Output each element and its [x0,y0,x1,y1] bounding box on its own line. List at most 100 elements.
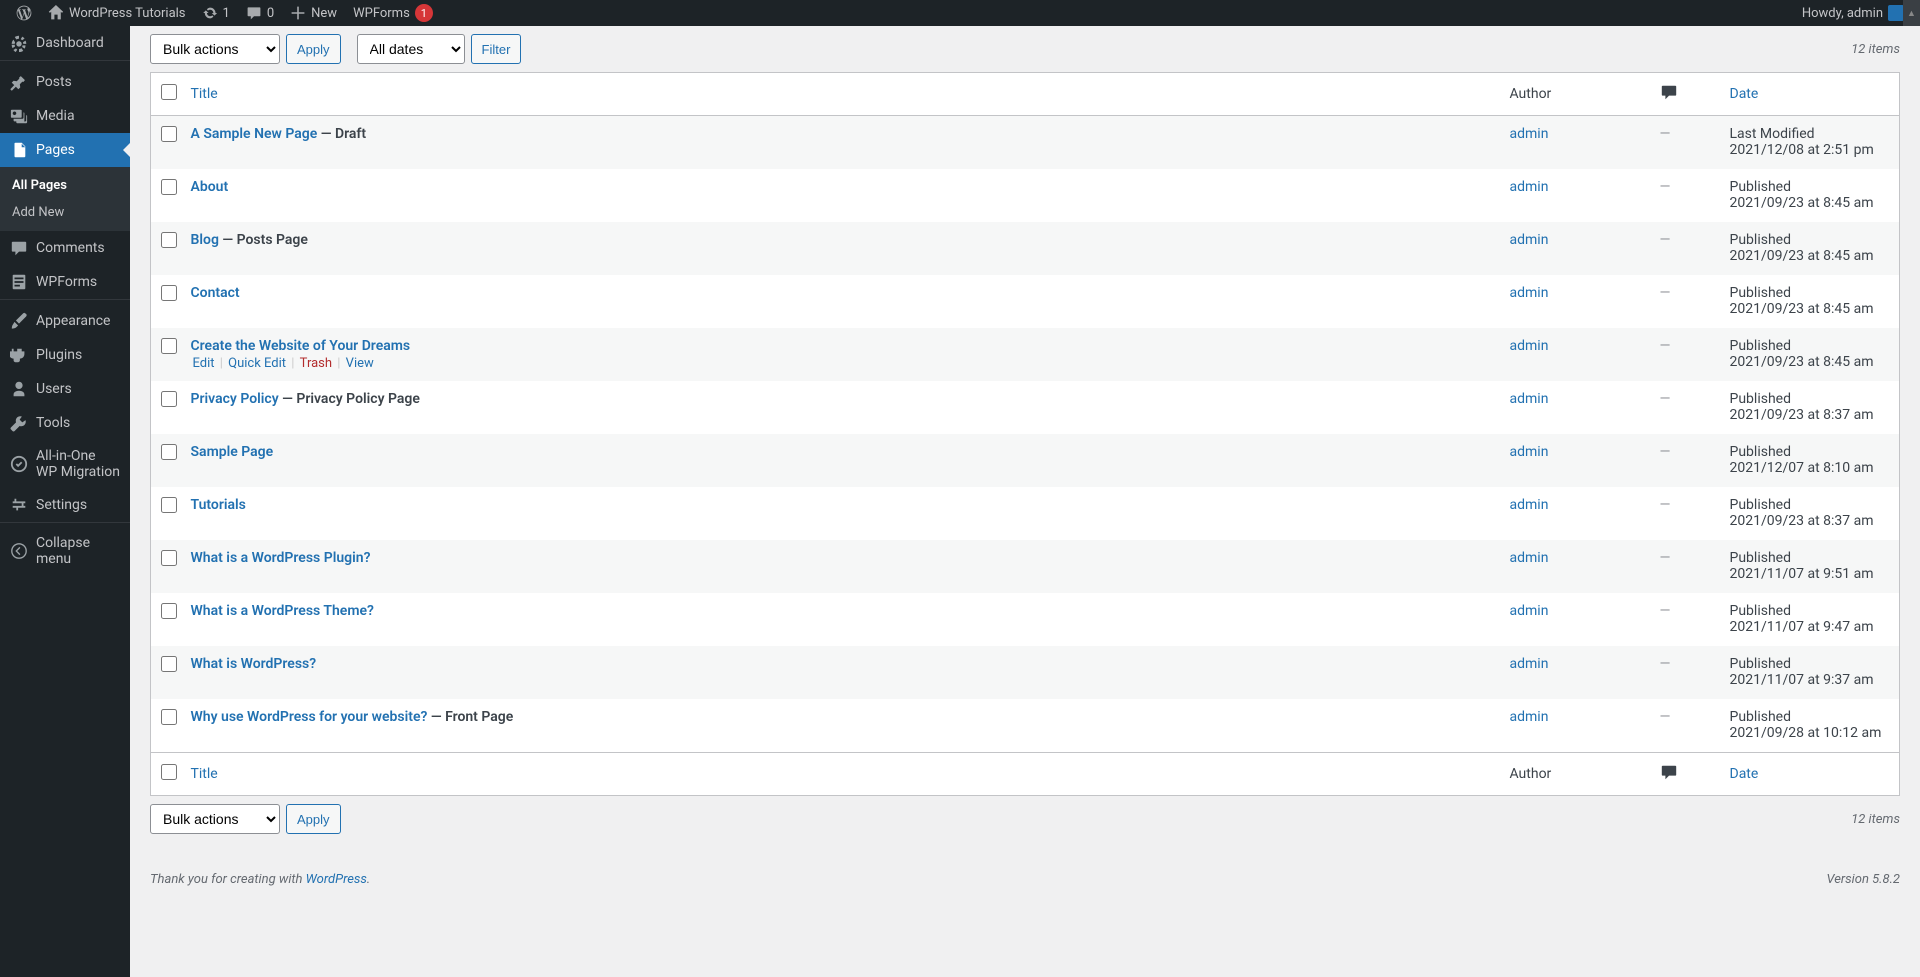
menu-pages[interactable]: Pages [0,133,130,167]
row-checkbox[interactable] [161,179,177,195]
menu-settings[interactable]: Settings [0,488,130,522]
title-cell: Create the Website of Your DreamsEdit | … [181,328,1500,381]
scrollbar-arrow[interactable]: ▲ [1903,0,1920,26]
page-title-link[interactable]: Tutorials [191,497,246,513]
author-link[interactable]: admin [1510,550,1549,566]
menu-users[interactable]: Users [0,372,130,406]
author-link[interactable]: admin [1510,603,1549,619]
page-title-link[interactable]: Sample Page [191,444,274,460]
title-cell: What is WordPress?Edit | Quick Edit | Tr… [181,646,1500,699]
col-title-header[interactable]: Title [181,73,1500,116]
migration-icon [10,455,28,473]
author-link[interactable]: admin [1510,179,1549,195]
row-checkbox[interactable] [161,603,177,619]
author-link[interactable]: admin [1510,709,1549,725]
author-link[interactable]: admin [1510,232,1549,248]
author-link[interactable]: admin [1510,126,1549,142]
apply-button[interactable]: Apply [286,34,341,64]
page-footer: Thank you for creating with WordPress. V… [150,872,1900,887]
menu-tools[interactable]: Tools [0,406,130,440]
menu-posts[interactable]: Posts [0,65,130,99]
date-filter-select[interactable]: All dates [357,34,465,64]
wpforms-badge: 1 [415,4,433,22]
col-title-footer[interactable]: Title [181,753,1500,796]
row-checkbox[interactable] [161,656,177,672]
submenu-all-pages[interactable]: All Pages [0,172,130,199]
menu-dashboard[interactable]: Dashboard [0,26,130,60]
title-cell: Privacy Policy — Privacy Policy PageEdit… [181,381,1500,434]
date-cell: Published2021/12/07 at 8:10 am [1720,434,1900,487]
comment-icon [1660,763,1678,781]
author-cell: admin [1500,275,1650,328]
collapse-menu[interactable]: Collapse menu [0,527,130,575]
author-link[interactable]: admin [1510,656,1549,672]
row-checkbox[interactable] [161,232,177,248]
menu-appearance-label: Appearance [36,313,110,329]
menu-media[interactable]: Media [0,99,130,133]
page-title-link[interactable]: About [191,179,229,195]
row-checkbox[interactable] [161,444,177,460]
menu-migration[interactable]: All-in-One WP Migration [0,440,130,488]
col-date-footer[interactable]: Date [1720,753,1900,796]
select-all-bottom[interactable] [161,764,177,780]
menu-plugins[interactable]: Plugins [0,338,130,372]
col-date-header[interactable]: Date [1720,73,1900,116]
menu-appearance[interactable]: Appearance [0,304,130,338]
page-title-link[interactable]: What is a WordPress Plugin? [191,550,371,566]
date-cell: Published2021/09/23 at 8:45 am [1720,169,1900,222]
apply-button-bottom[interactable]: Apply [286,804,341,834]
wpforms-link[interactable]: WPForms 1 [345,0,441,26]
author-link[interactable]: admin [1510,497,1549,513]
row-checkbox[interactable] [161,497,177,513]
page-title-link[interactable]: Privacy Policy [191,391,279,407]
wp-logo[interactable] [8,0,40,26]
update-icon [202,5,218,21]
menu-comments[interactable]: Comments [0,231,130,265]
view-link[interactable]: View [344,356,376,371]
table-row: Create the Website of Your DreamsEdit | … [151,328,1900,381]
page-title-link[interactable]: Why use WordPress for your website? [191,709,428,725]
row-checkbox[interactable] [161,285,177,301]
user-greeting[interactable]: Howdy, admin [1794,0,1912,26]
row-checkbox[interactable] [161,709,177,725]
page-title-link[interactable]: Create the Website of Your Dreams [191,338,411,354]
row-checkbox[interactable] [161,550,177,566]
author-link[interactable]: admin [1510,444,1549,460]
bulk-action-select-bottom[interactable]: Bulk actions [150,804,280,834]
trash-link[interactable]: Trash [298,356,334,371]
select-all-top[interactable] [161,84,177,100]
author-link[interactable]: admin [1510,391,1549,407]
edit-link[interactable]: Edit [191,356,217,371]
page-title-link[interactable]: A Sample New Page [191,126,318,142]
page-title-link[interactable]: What is WordPress? [191,656,317,672]
menu-wpforms[interactable]: WPForms [0,265,130,299]
menu-media-label: Media [36,108,75,124]
page-title-link[interactable]: What is a WordPress Theme? [191,603,374,619]
post-state: — Privacy Policy Page [279,391,420,407]
filter-button[interactable]: Filter [471,34,522,64]
row-checkbox[interactable] [161,126,177,142]
col-comments-footer[interactable] [1650,753,1720,796]
wordpress-icon [16,5,32,21]
author-link[interactable]: admin [1510,338,1549,354]
menu-pages-label: Pages [36,142,75,158]
row-checkbox[interactable] [161,338,177,354]
bulk-action-select[interactable]: Bulk actions [150,34,280,64]
new-content-link[interactable]: New [282,0,345,26]
col-comments-header[interactable] [1650,73,1720,116]
updates-count: 1 [223,6,230,21]
updates-link[interactable]: 1 [194,0,238,26]
wordpress-link[interactable]: WordPress [306,872,367,887]
author-link[interactable]: admin [1510,285,1549,301]
page-title-link[interactable]: Blog [191,232,219,248]
comments-link[interactable]: 0 [238,0,282,26]
site-name-link[interactable]: WordPress Tutorials [40,0,194,26]
footer-version: Version 5.8.2 [1826,872,1900,887]
page-title-link[interactable]: Contact [191,285,240,301]
title-cell: TutorialsEdit | Quick Edit | Trash | Vie… [181,487,1500,540]
quick-edit-link[interactable]: Quick Edit [226,356,288,371]
submenu-add-new[interactable]: Add New [0,199,130,226]
site-title: WordPress Tutorials [69,6,186,21]
row-checkbox[interactable] [161,391,177,407]
brush-icon [10,312,28,330]
